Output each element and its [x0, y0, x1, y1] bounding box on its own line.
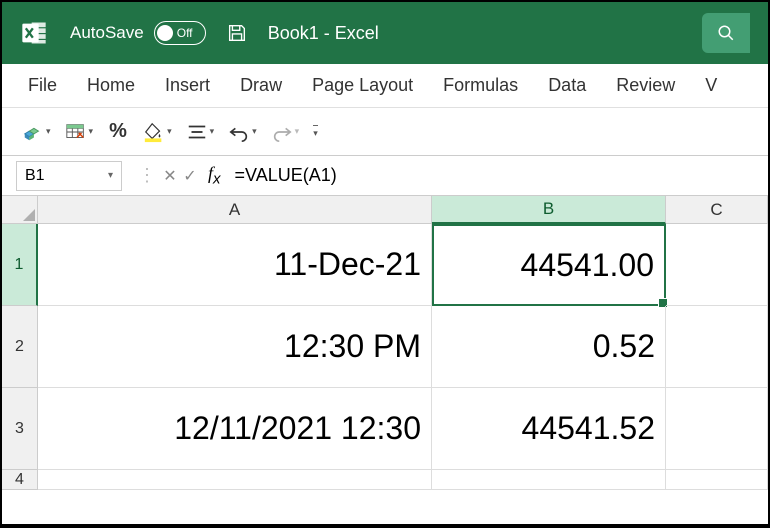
- cell-b4[interactable]: [432, 470, 666, 490]
- cell-c1[interactable]: [666, 224, 768, 306]
- document-title: Book1 - Excel: [268, 23, 379, 44]
- select-all-corner[interactable]: [2, 196, 38, 224]
- cell-a4[interactable]: [38, 470, 432, 490]
- cell-c2[interactable]: [666, 306, 768, 388]
- chevron-down-icon: ▾: [210, 126, 215, 137]
- chevron-down-icon: ▾: [89, 126, 94, 137]
- fx-icon[interactable]: fx: [208, 163, 221, 188]
- ribbon-tabs: File Home Insert Draw Page Layout Formul…: [2, 64, 768, 108]
- autosave-label: AutoSave: [70, 23, 144, 43]
- column-header-c[interactable]: C: [666, 196, 768, 224]
- qat-customize-button[interactable]: ▾: [313, 125, 318, 139]
- tab-file[interactable]: File: [28, 75, 57, 96]
- save-icon[interactable]: [226, 22, 248, 44]
- cancel-formula-button[interactable]: ✕: [160, 166, 180, 186]
- formula-bar: B1 ▾ ⋮ ✕ ✓ fx =VALUE(A1): [2, 156, 768, 196]
- search-icon: [717, 24, 735, 42]
- chevron-down-icon: ▾: [295, 126, 300, 137]
- excel-icon: [20, 19, 48, 47]
- tab-formulas[interactable]: Formulas: [443, 75, 518, 96]
- qat-redo-button[interactable]: ▾: [271, 121, 300, 143]
- cell-a2[interactable]: 12:30 PM: [38, 306, 432, 388]
- tab-page-layout[interactable]: Page Layout: [312, 75, 413, 96]
- search-button[interactable]: [702, 13, 750, 53]
- spreadsheet-grid: A B C 1 11-Dec-21 44541.00 2 12:30 PM 0.…: [2, 196, 768, 524]
- qat-chart-button[interactable]: ▾: [22, 121, 51, 143]
- title-bar: AutoSave Off Book1 - Excel: [2, 2, 768, 64]
- customize-icon: ▾: [313, 125, 318, 139]
- row-header-4[interactable]: 4: [2, 470, 38, 490]
- row-header-1[interactable]: 1: [2, 224, 38, 306]
- undo-icon: [228, 121, 250, 143]
- table-format-icon: [65, 121, 87, 143]
- separator: ⋮: [138, 165, 156, 186]
- quick-access-toolbar: ▾ ▾ % ▾: [2, 108, 768, 156]
- row-header-3[interactable]: 3: [2, 388, 38, 470]
- column-header-a[interactable]: A: [38, 196, 432, 224]
- cell-b1[interactable]: 44541.00: [432, 224, 666, 306]
- cell-a1[interactable]: 11-Dec-21: [38, 224, 432, 306]
- autosave-toggle[interactable]: Off: [154, 21, 206, 45]
- enter-formula-button[interactable]: ✓: [180, 166, 200, 186]
- tab-home[interactable]: Home: [87, 75, 135, 96]
- tab-insert[interactable]: Insert: [165, 75, 210, 96]
- paint-bucket-icon: [143, 121, 165, 143]
- qat-percent-button[interactable]: %: [107, 121, 129, 143]
- cell-c3[interactable]: [666, 388, 768, 470]
- tab-draw[interactable]: Draw: [240, 75, 282, 96]
- chevron-down-icon: ▾: [167, 126, 172, 137]
- chart-3d-icon: [22, 121, 44, 143]
- cell-c4[interactable]: [666, 470, 768, 490]
- column-header-b[interactable]: B: [432, 196, 666, 224]
- redo-icon: [271, 121, 293, 143]
- tab-data[interactable]: Data: [548, 75, 586, 96]
- qat-align-button[interactable]: ▾: [186, 121, 215, 143]
- cell-b2[interactable]: 0.52: [432, 306, 666, 388]
- tab-view-partial[interactable]: V: [705, 75, 717, 96]
- tab-review[interactable]: Review: [616, 75, 675, 96]
- row-header-2[interactable]: 2: [2, 306, 38, 388]
- cell-a3[interactable]: 12/11/2021 12:30: [38, 388, 432, 470]
- qat-fill-color-button[interactable]: ▾: [143, 121, 172, 143]
- cell-b3[interactable]: 44541.52: [432, 388, 666, 470]
- chevron-down-icon: ▾: [252, 126, 257, 137]
- percent-icon: %: [107, 121, 129, 143]
- chevron-down-icon[interactable]: ▾: [108, 170, 113, 181]
- name-box[interactable]: B1 ▾: [16, 161, 122, 191]
- qat-undo-button[interactable]: ▾: [228, 121, 257, 143]
- align-center-icon: [186, 121, 208, 143]
- chevron-down-icon: ▾: [46, 126, 51, 137]
- formula-input[interactable]: =VALUE(A1): [229, 165, 768, 186]
- qat-table-button[interactable]: ▾: [65, 121, 94, 143]
